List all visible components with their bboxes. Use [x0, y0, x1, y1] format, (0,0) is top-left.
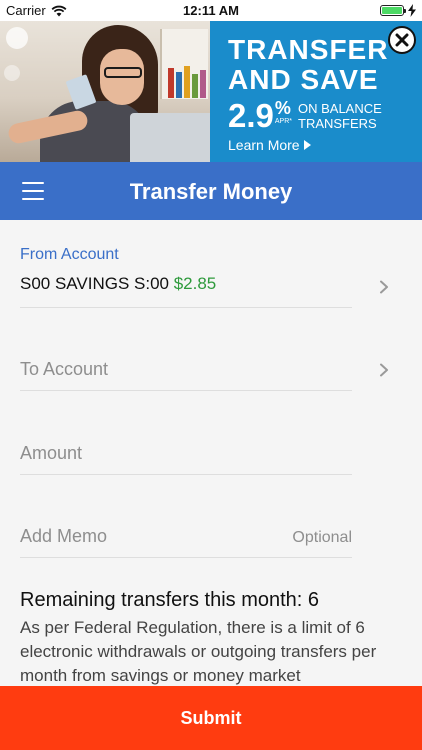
from-account-value: S00 SAVINGS S:00 $2.85: [20, 274, 352, 294]
nav-bar: Transfer Money: [0, 162, 422, 220]
page-title: Transfer Money: [129, 179, 293, 204]
ad-headline: TRANSFER AND SAVE: [228, 35, 388, 95]
ad-percent: %: [274, 98, 291, 118]
charging-icon: [408, 4, 416, 17]
submit-button[interactable]: Submit: [0, 686, 422, 750]
ad-balance-text: ON BALANCE TRANSFERS: [298, 101, 382, 131]
from-account-field[interactable]: From Account S00 SAVINGS S:00 $2.85: [20, 246, 352, 308]
ad-banner[interactable]: TRANSFER AND SAVE 2.9 % APR* ON BALANCE …: [0, 21, 422, 162]
status-time: 12:11 AM: [183, 3, 239, 18]
from-account-balance: $2.85: [173, 274, 217, 293]
amount-field[interactable]: Amount: [20, 443, 352, 475]
status-right: [380, 4, 416, 17]
close-icon: [395, 33, 409, 47]
ad-balance-line1: ON BALANCE: [298, 101, 382, 116]
ad-rate-row: 2.9 % APR* ON BALANCE TRANSFERS: [228, 99, 382, 133]
to-account-field[interactable]: To Account: [20, 359, 352, 391]
regulation-notice: As per Federal Regulation, there is a li…: [20, 618, 377, 685]
memo-optional-hint: Optional: [292, 529, 352, 546]
close-ad-button[interactable]: [388, 26, 416, 54]
ad-rate: 2.9: [228, 97, 274, 134]
amount-placeholder: Amount: [20, 443, 83, 463]
to-account-placeholder: To Account: [20, 359, 109, 379]
remaining-transfers: Remaining transfers this month: 6: [20, 589, 320, 611]
ad-apr: APR*: [274, 118, 292, 125]
memo-field[interactable]: Add Memo Optional: [20, 526, 352, 558]
from-account-name: S00 SAVINGS S:00: [20, 274, 169, 293]
submit-label: Submit: [180, 707, 242, 728]
play-arrow-icon: [303, 140, 311, 150]
from-account-label: From Account: [20, 246, 119, 263]
ad-photo: [0, 21, 210, 162]
ad-learn-more-label: Learn More: [228, 137, 300, 153]
transfer-form: From Account S00 SAVINGS S:00 $2.85 To A…: [0, 220, 422, 686]
status-bar: Carrier 12:11 AM: [0, 0, 422, 21]
chevron-right-icon[interactable]: [378, 363, 390, 377]
battery-icon: [380, 5, 406, 16]
chevron-right-icon[interactable]: [378, 280, 390, 294]
ad-headline-line1: TRANSFER: [228, 34, 389, 65]
ad-headline-line2: AND SAVE: [228, 64, 379, 95]
ad-learn-more-link[interactable]: Learn More: [228, 137, 311, 153]
ad-balance-line2: TRANSFERS: [298, 116, 377, 131]
